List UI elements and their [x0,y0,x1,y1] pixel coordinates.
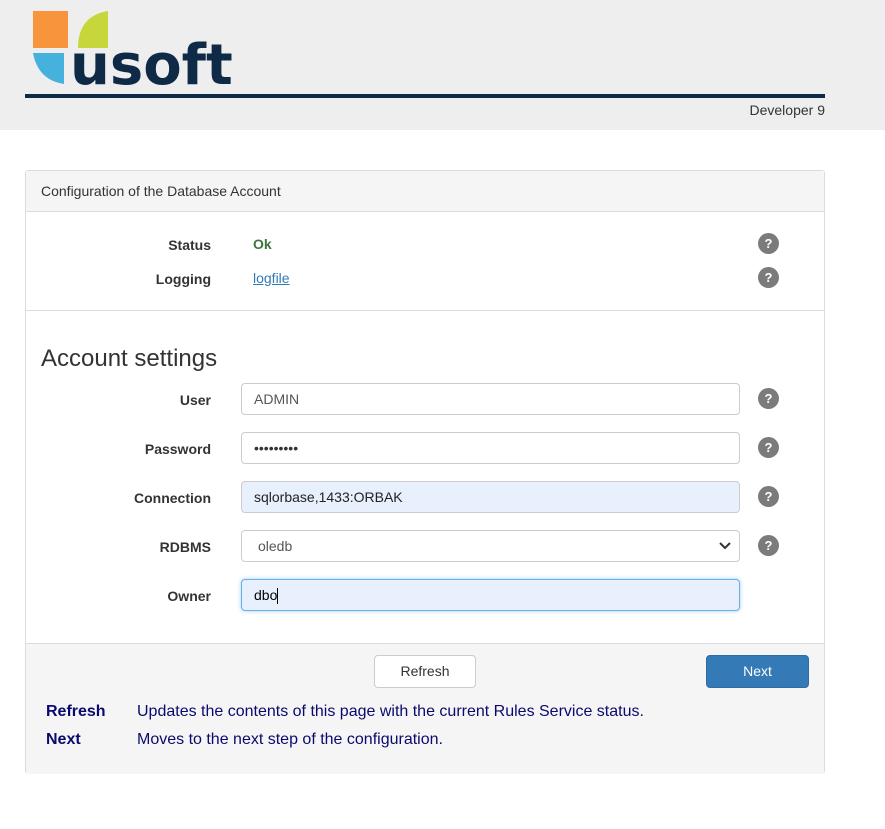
logging-help-icon[interactable]: ? [758,267,779,288]
panel-title: Configuration of the Database Account [26,171,824,212]
logging-label: Logging [155,271,211,287]
panel-footer: Refresh Next Refresh Updates the content… [26,643,824,774]
owner-label: Owner [167,588,211,604]
rdbms-selected-value: oledb [258,538,293,554]
status-label: Status [168,237,211,253]
help-term-refresh: Refresh [46,703,106,720]
connection-label: Connection [134,490,211,506]
version-label: Developer 9 [749,102,826,118]
logo-text: usoft [70,33,233,88]
password-input[interactable]: ••••••••• [241,432,740,464]
rdbms-label: RDBMS [159,539,211,555]
logfile-link[interactable]: logfile [253,270,290,286]
user-label: User [179,392,211,408]
owner-input[interactable]: dbo [241,579,740,611]
status-value: Ok [253,236,272,252]
help-desc-next: Moves to the next step of the configurat… [137,731,443,748]
logo-orange-leaf [33,11,68,48]
status-help-icon[interactable]: ? [758,233,779,254]
rdbms-select[interactable]: oledb [241,530,740,562]
account-settings-title: Account settings [41,345,218,372]
text-cursor [277,588,279,605]
help-desc-refresh: Updates the contents of this page with t… [137,703,644,720]
section-divider [26,310,824,311]
chevron-down-icon [719,542,731,550]
config-panel: Configuration of the Database Account St… [25,170,825,774]
header-rule [25,94,825,98]
owner-value: dbo [254,587,278,603]
next-button[interactable]: Next [706,655,809,688]
user-input[interactable]: ADMIN [241,383,740,415]
logo-blue-leaf [33,53,64,84]
password-label: Password [144,441,211,457]
rdbms-help-icon[interactable]: ? [758,535,779,556]
usoft-logo: usoft [33,11,233,88]
connection-help-icon[interactable]: ? [758,486,779,507]
app-header: usoft Developer 9 [0,0,885,130]
password-help-icon[interactable]: ? [758,437,779,458]
help-term-next: Next [46,731,81,748]
user-help-icon[interactable]: ? [758,388,779,409]
refresh-button[interactable]: Refresh [374,655,476,688]
connection-input[interactable]: sqlorbase,1433:ORBAK [241,481,740,513]
